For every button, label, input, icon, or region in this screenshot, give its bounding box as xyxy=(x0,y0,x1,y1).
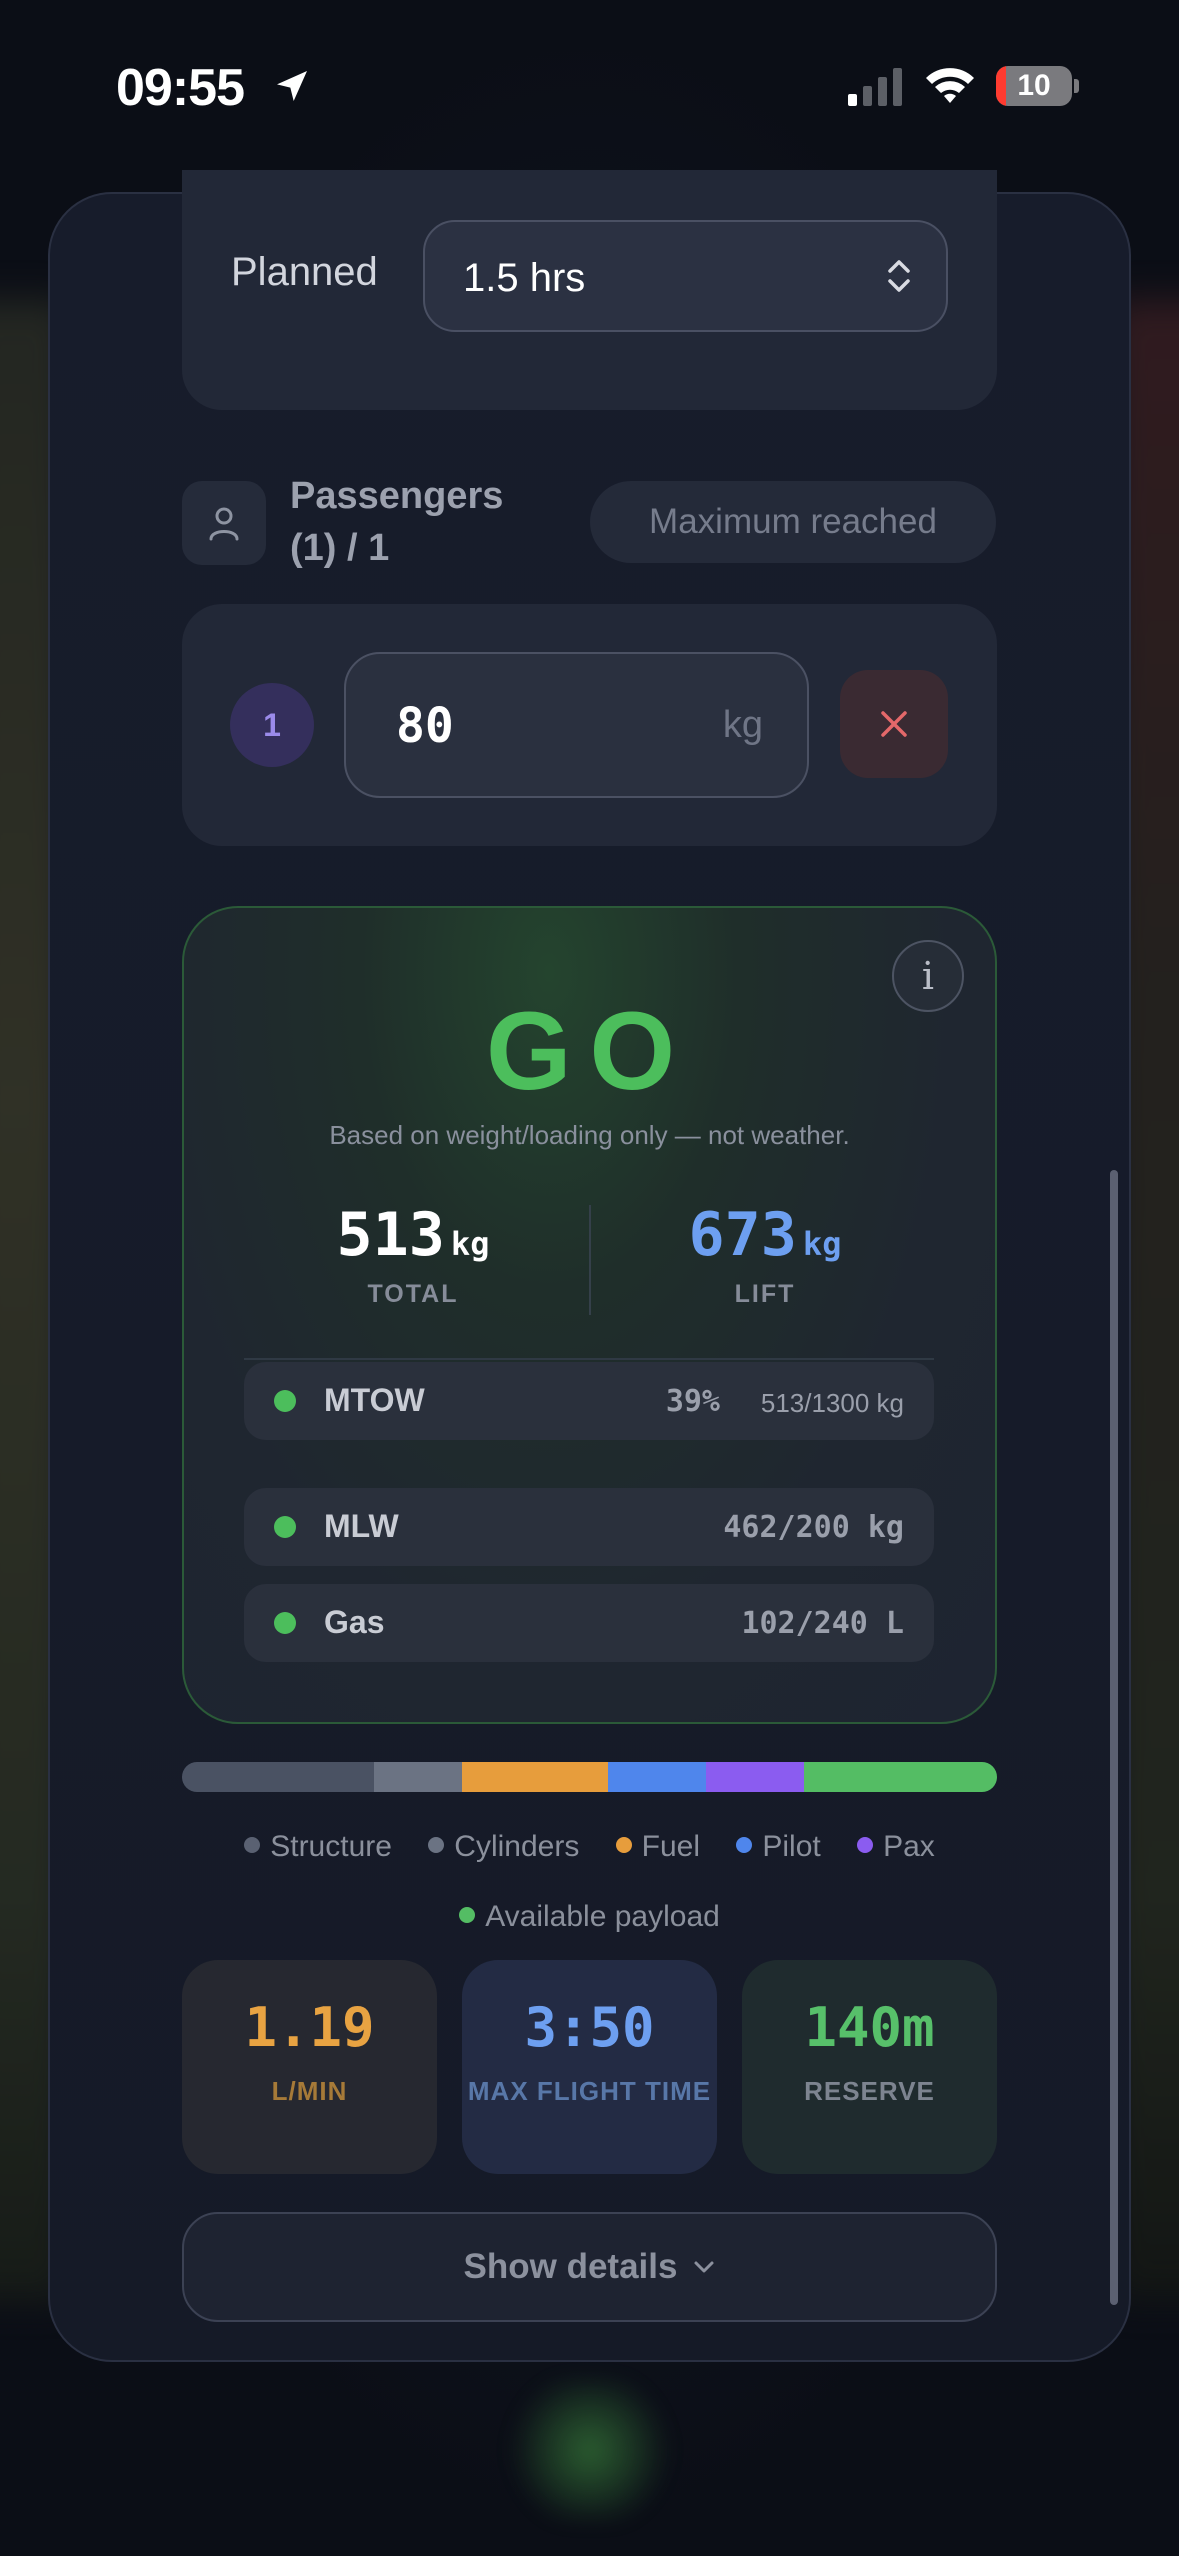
legend-available-payload: Available payload xyxy=(459,1882,720,1952)
passenger-icon-box xyxy=(182,481,266,565)
remove-passenger-button[interactable] xyxy=(840,670,948,778)
status-dot xyxy=(274,1516,296,1538)
total-weight-unit: kg xyxy=(450,1225,490,1263)
show-details-label: Show details xyxy=(463,2247,678,2286)
check-value: 102/240 L xyxy=(741,1606,904,1641)
maximum-reached-badge: Maximum reached xyxy=(590,481,996,563)
fuel-rate-value: 1.19 xyxy=(244,1996,375,2059)
status-bar: 09:55 10 xyxy=(0,0,1179,175)
status-dot xyxy=(274,1390,296,1412)
planned-label: Planned xyxy=(231,250,378,294)
legend-pax: Pax xyxy=(857,1812,935,1882)
planned-duration-value: 1.5 hrs xyxy=(463,256,586,300)
status-dot xyxy=(274,1612,296,1634)
close-icon xyxy=(881,711,907,737)
stat-divider xyxy=(589,1205,591,1315)
cellular-signal-icon xyxy=(848,68,902,106)
legend-structure: Structure xyxy=(244,1812,392,1882)
passenger-weight-value: 80 xyxy=(396,698,454,754)
bar-segment-available-payload xyxy=(803,1762,997,1792)
weight-breakdown-legend: Structure Cylinders Fuel Pilot Pax Avail… xyxy=(182,1812,997,1952)
check-name: MLW xyxy=(324,1508,399,1544)
check-name: MTOW xyxy=(324,1382,425,1418)
reserve-tile: 140m RESERVE xyxy=(742,1960,997,2174)
check-value: 513/1300 kg xyxy=(760,1388,904,1418)
location-arrow-icon xyxy=(277,71,307,101)
lift-stat: 673 kg LIFT xyxy=(602,1200,928,1309)
check-row-mtow: MTOW 39% 513/1300 kg xyxy=(244,1362,934,1440)
bar-segment-structure xyxy=(182,1762,375,1792)
lift-unit: kg xyxy=(802,1225,842,1263)
show-details-button[interactable]: Show details xyxy=(182,2212,997,2322)
go-verdict: GO xyxy=(485,990,694,1113)
max-flight-time-tile: 3:50 MAX FLIGHT TIME xyxy=(462,1960,717,2174)
card-divider xyxy=(244,1358,934,1360)
legend-pilot: Pilot xyxy=(736,1812,821,1882)
fuel-rate-tile: 1.19 L/MIN xyxy=(182,1960,437,2174)
check-name: Gas xyxy=(324,1604,385,1640)
bar-segment-fuel xyxy=(461,1762,609,1792)
total-weight-value: 513 xyxy=(336,1200,445,1270)
user-icon xyxy=(209,507,239,541)
reserve-label: RESERVE xyxy=(804,2076,935,2106)
total-weight-label: TOTAL xyxy=(367,1280,459,1308)
battery-level: 10 xyxy=(1017,69,1051,102)
check-row-gas: Gas 102/240 L xyxy=(244,1584,934,1662)
scrollbar[interactable] xyxy=(1110,1170,1118,2305)
status-time: 09:55 xyxy=(116,59,245,117)
planned-duration-select[interactable]: 1.5 hrs xyxy=(423,220,948,332)
backdrop-glow xyxy=(500,2380,680,2520)
lift-label: LIFT xyxy=(734,1280,796,1308)
battery-indicator: 10 xyxy=(996,66,1079,106)
app-screen: 09:55 10 Planned 1.5 hrs Passengers (1) … xyxy=(0,0,1179,2556)
legend-cylinders: Cylinders xyxy=(428,1812,579,1882)
chevron-down-icon xyxy=(694,2261,714,2273)
max-flight-time-value: 3:50 xyxy=(524,1996,655,2059)
lift-value: 673 xyxy=(688,1200,797,1270)
select-chevrons-icon xyxy=(888,260,910,292)
bar-segment-pilot xyxy=(608,1762,707,1792)
passenger-weight-unit: kg xyxy=(722,704,763,746)
bar-segment-cylinders xyxy=(374,1762,462,1792)
check-value: 462/200 kg xyxy=(723,1510,904,1545)
check-row-mlw: MLW 462/200 kg xyxy=(244,1488,934,1566)
wifi-icon xyxy=(926,68,974,103)
fuel-rate-label: L/MIN xyxy=(271,2076,348,2106)
passenger-number: 1 xyxy=(230,683,314,767)
passengers-title: Passengers (1) / 1 xyxy=(290,475,504,569)
passenger-weight-input[interactable]: 80 kg xyxy=(344,652,809,798)
total-weight-stat: 513 kg TOTAL xyxy=(250,1200,576,1309)
bar-segment-pax xyxy=(706,1762,804,1792)
go-subtitle: Based on weight/loading only — not weath… xyxy=(329,1120,850,1150)
legend-fuel: Fuel xyxy=(615,1812,700,1882)
reserve-value: 140m xyxy=(804,1996,935,2059)
max-flight-time-label: MAX FLIGHT TIME xyxy=(467,2076,712,2106)
weight-breakdown-bar xyxy=(182,1762,997,1792)
check-percent: 39% xyxy=(665,1384,720,1419)
